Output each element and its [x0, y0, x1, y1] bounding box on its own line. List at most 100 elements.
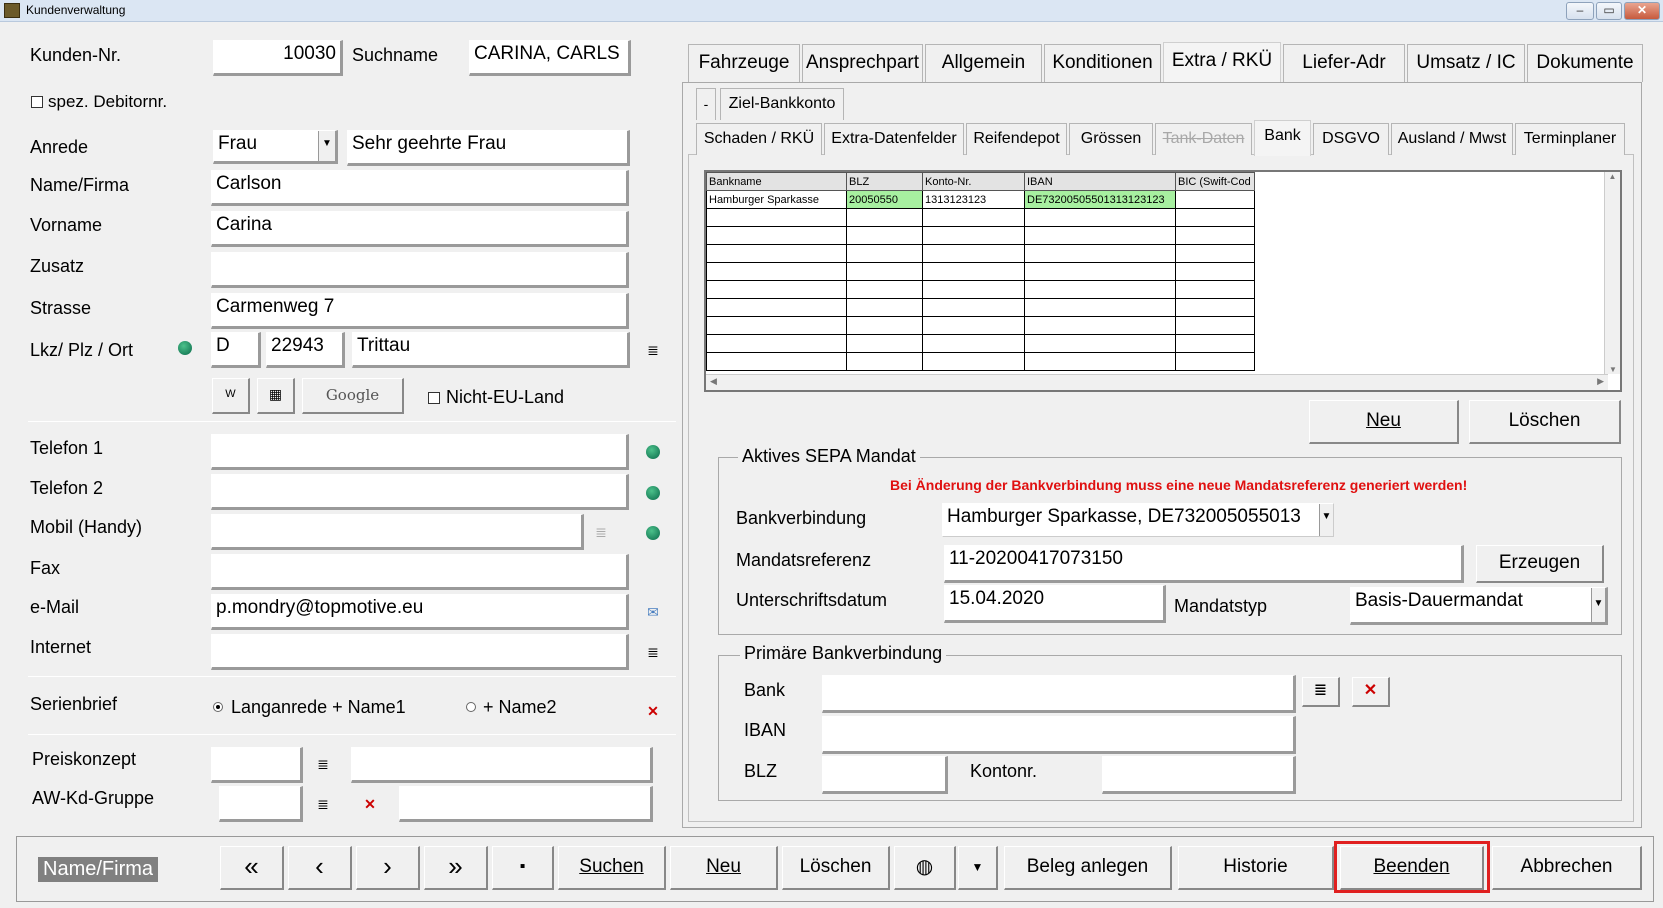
nicht-eu-checkbox[interactable]: [428, 392, 440, 404]
anrede-select[interactable]: Frau ▼: [213, 130, 338, 164]
neu-button[interactable]: Neu: [670, 846, 778, 890]
table-cell[interactable]: [1175, 298, 1255, 317]
table-cell[interactable]: [922, 298, 1025, 317]
plz-field[interactable]: 22943: [266, 332, 345, 368]
subtab-dash[interactable]: -: [696, 88, 716, 120]
table-cell[interactable]: [706, 298, 847, 317]
beenden-button[interactable]: Beenden: [1340, 846, 1484, 890]
chevron-down-icon[interactable]: ▼: [1591, 588, 1605, 622]
table-row[interactable]: [706, 334, 1255, 353]
table-row[interactable]: [706, 244, 1255, 263]
table-cell[interactable]: [922, 352, 1025, 371]
globe-icon[interactable]: [178, 341, 192, 355]
vorname-field[interactable]: Carina: [211, 211, 629, 247]
table-cell[interactable]: [1024, 226, 1176, 245]
bankverbindung-select[interactable]: Hamburger Sparkasse, DE732005055013 ▼: [942, 503, 1334, 537]
strasse-field[interactable]: Carmenweg 7: [211, 293, 629, 329]
table-cell[interactable]: [846, 262, 923, 281]
tab-dsgvo[interactable]: DSGVO: [1313, 123, 1389, 155]
list-icon[interactable]: ≣: [644, 341, 662, 359]
preiskonzept-desc-field[interactable]: [351, 747, 653, 783]
table-cell[interactable]: [846, 244, 923, 263]
column-header[interactable]: Bankname: [706, 172, 847, 191]
mobil-field[interactable]: [211, 514, 584, 550]
suchname-field[interactable]: CARINA, CARLS: [469, 40, 631, 76]
chevron-down-icon[interactable]: ▼: [958, 846, 998, 890]
table-cell[interactable]: [846, 298, 923, 317]
tab-terminplaner[interactable]: Terminplaner: [1515, 123, 1625, 155]
tab-tank-daten[interactable]: Tank-Daten: [1155, 123, 1252, 155]
table-cell[interactable]: [1175, 280, 1255, 299]
table-cell[interactable]: [1175, 316, 1255, 335]
tab-bank[interactable]: Bank: [1254, 120, 1311, 156]
tab-extra-rkü[interactable]: Extra / RKÜ: [1163, 42, 1281, 82]
table-cell[interactable]: [1024, 316, 1176, 335]
table-cell[interactable]: Hamburger Sparkasse: [706, 190, 847, 209]
table-cell[interactable]: [922, 316, 1025, 335]
table-cell[interactable]: [706, 226, 847, 245]
table-row[interactable]: [706, 316, 1255, 335]
primaer-iban-field[interactable]: [822, 716, 1296, 754]
phone-globe-icon[interactable]: [646, 445, 660, 459]
list-icon[interactable]: ≣: [314, 755, 332, 773]
clear-icon[interactable]: ✕: [1352, 677, 1390, 707]
spez-debitor-checkbox[interactable]: [31, 96, 43, 108]
table-cell[interactable]: [922, 244, 1025, 263]
loeschen-button[interactable]: Löschen: [782, 846, 890, 890]
horizontal-scrollbar[interactable]: ◀ ▶: [706, 374, 1608, 390]
zusatz-field[interactable]: [211, 252, 629, 288]
column-header[interactable]: Konto-Nr.: [922, 172, 1025, 191]
tab-allgemein[interactable]: Allgemein: [925, 44, 1042, 82]
table-cell[interactable]: [846, 352, 923, 371]
suchen-button[interactable]: Suchen: [558, 846, 666, 890]
table-row[interactable]: Hamburger Sparkasse 20050550 1313123123 DE7…: [706, 190, 1255, 209]
preiskonzept-field[interactable]: [211, 747, 303, 783]
table-row[interactable]: [706, 262, 1255, 281]
phone-globe-icon[interactable]: [646, 526, 660, 540]
primaer-blz-field[interactable]: [822, 756, 948, 794]
tab-dokumente[interactable]: Dokumente: [1527, 44, 1643, 82]
tab-schaden-rkü[interactable]: Schaden / RKÜ: [696, 123, 822, 155]
fax-field[interactable]: [211, 554, 629, 590]
mandatstyp-select[interactable]: Basis-Dauermandat ▼: [1350, 587, 1608, 625]
vertical-scrollbar[interactable]: ▲ ▼: [1604, 172, 1620, 374]
table-cell[interactable]: [1024, 334, 1176, 353]
awkd-field[interactable]: [219, 786, 303, 822]
last-record-button[interactable]: »: [424, 846, 488, 890]
table-cell[interactable]: [846, 226, 923, 245]
erzeugen-button[interactable]: Erzeugen: [1476, 545, 1604, 583]
primaer-bank-field[interactable]: [822, 675, 1296, 713]
awkd-desc-field[interactable]: [399, 786, 653, 822]
clear-icon[interactable]: ✕: [361, 795, 379, 813]
internet-field[interactable]: [211, 634, 629, 670]
table-cell[interactable]: 1313123123: [922, 190, 1025, 209]
table-cell[interactable]: [922, 226, 1025, 245]
table-cell[interactable]: [846, 316, 923, 335]
table-cell[interactable]: [1175, 226, 1255, 245]
table-cell[interactable]: DE73200505501313123123: [1024, 190, 1176, 209]
tab-fahrzeuge[interactable]: Fahrzeuge: [688, 44, 800, 82]
table-cell[interactable]: [846, 280, 923, 299]
table-cell[interactable]: [1175, 352, 1255, 371]
prev-record-button[interactable]: ‹: [288, 846, 352, 890]
tab-ziel-bankkonto[interactable]: Ziel-Bankkonto: [720, 88, 844, 120]
table-cell[interactable]: [1024, 262, 1176, 281]
chevron-down-icon[interactable]: ▼: [318, 131, 335, 161]
table-cell[interactable]: [1175, 262, 1255, 281]
table-cell[interactable]: [846, 208, 923, 227]
telefon2-field[interactable]: [211, 474, 629, 510]
table-cell[interactable]: [706, 244, 847, 263]
bank-neu-button[interactable]: Neu: [1309, 400, 1459, 444]
column-header[interactable]: BIC (Swift-Cod: [1175, 172, 1255, 191]
table-cell[interactable]: [922, 262, 1025, 281]
tab-extra-datenfelder[interactable]: Extra-Datenfelder: [824, 123, 964, 155]
word-doc-icon[interactable]: W: [212, 378, 250, 414]
beleg-anlegen-button[interactable]: Beleg anlegen: [1004, 846, 1172, 890]
tab-grössen[interactable]: Grössen: [1069, 123, 1153, 155]
minimize-button[interactable]: –: [1566, 2, 1594, 20]
abbrechen-button[interactable]: Abbrechen: [1492, 846, 1642, 890]
tab-liefer-adr[interactable]: Liefer-Adr: [1283, 44, 1405, 82]
tab-umsatz-ic[interactable]: Umsatz / IC: [1407, 44, 1525, 82]
list-icon[interactable]: ≣: [644, 643, 662, 661]
table-cell[interactable]: [1175, 334, 1255, 353]
